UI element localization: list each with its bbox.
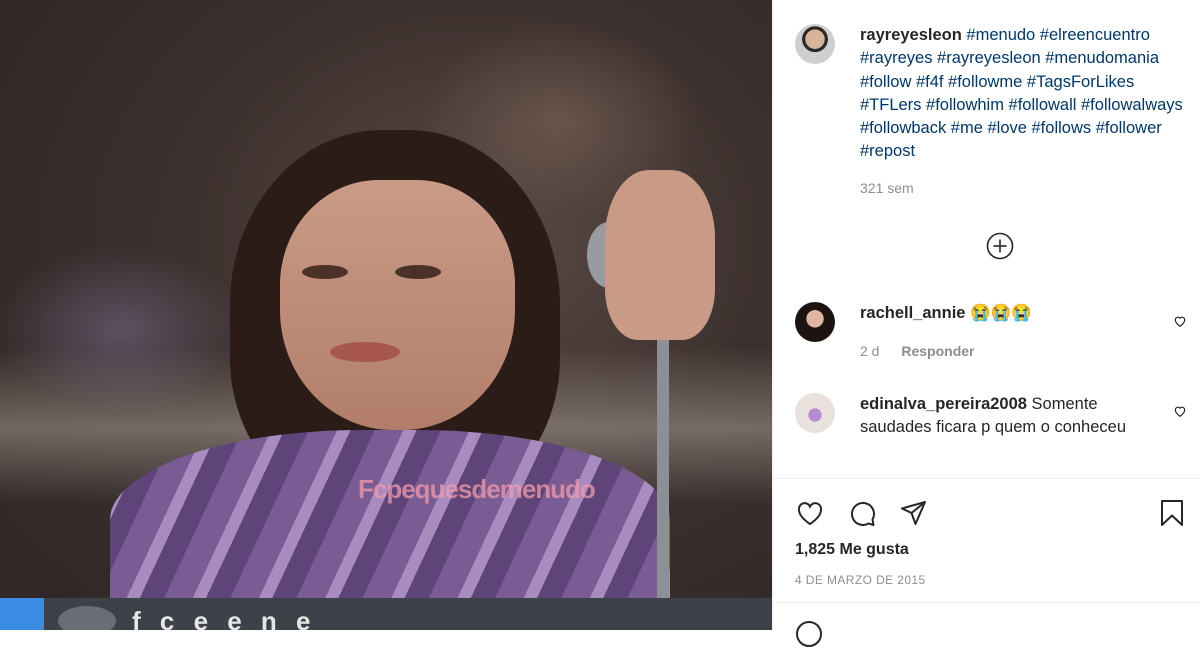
comment-text: 😭😭😭 bbox=[970, 304, 1032, 322]
post-date: 4 DE MARZO DE 2015 bbox=[795, 573, 926, 587]
author-username[interactable]: rayreyesleon bbox=[860, 26, 962, 44]
reply-button[interactable]: Responder bbox=[901, 343, 974, 359]
post-hashtags[interactable]: #menudo #elreencuentro #rayreyes #rayrey… bbox=[860, 26, 1183, 160]
comment-time: 2 d bbox=[860, 343, 880, 359]
commenter-avatar[interactable] bbox=[795, 302, 835, 342]
comment-username[interactable]: rachell_annie bbox=[860, 304, 965, 322]
post-age: 321 sem bbox=[860, 180, 914, 196]
strip-blue-block bbox=[0, 598, 44, 630]
likes-count[interactable]: 1,825 Me gusta bbox=[795, 541, 909, 559]
section-divider bbox=[773, 602, 1200, 603]
comment-meta: 2 d Responder bbox=[860, 343, 992, 359]
post-caption: rayreyesleon #menudo #elreencuentro #ray… bbox=[860, 24, 1190, 164]
comment-username[interactable]: edinalva_pereira2008 bbox=[860, 395, 1027, 413]
photo-lips bbox=[330, 342, 400, 362]
section-divider bbox=[773, 478, 1200, 479]
strip-text: f c e e n e bbox=[132, 606, 317, 630]
plus-circle-icon[interactable] bbox=[986, 232, 1014, 260]
photo-eye-right bbox=[395, 265, 441, 279]
commenter-avatar[interactable] bbox=[795, 393, 835, 433]
heart-icon[interactable] bbox=[1173, 314, 1187, 328]
bookmark-icon[interactable] bbox=[1157, 498, 1187, 528]
photo-eye-left bbox=[302, 265, 348, 279]
post-side-panel: rayreyesleon #menudo #elreencuentro #ray… bbox=[772, 0, 1200, 647]
share-icon[interactable] bbox=[899, 498, 929, 528]
bottom-strip: f c e e n e bbox=[0, 598, 772, 630]
post-photo[interactable]: Fcpequesdemenudo f c e e n e bbox=[0, 0, 772, 630]
photo-hand bbox=[605, 170, 715, 340]
emoji-icon[interactable] bbox=[795, 620, 823, 648]
strip-thumbnail bbox=[58, 606, 116, 630]
comment: rachell_annie 😭😭😭 bbox=[860, 302, 1160, 325]
author-avatar[interactable] bbox=[795, 24, 835, 64]
photo-face bbox=[280, 180, 515, 430]
comment-icon[interactable] bbox=[847, 498, 877, 528]
heart-icon[interactable] bbox=[795, 498, 825, 528]
heart-icon[interactable] bbox=[1173, 404, 1187, 418]
comment: edinalva_pereira2008 Somente saudades fi… bbox=[860, 393, 1160, 440]
photo-watermark: Fcpequesdemenudo bbox=[358, 474, 596, 504]
